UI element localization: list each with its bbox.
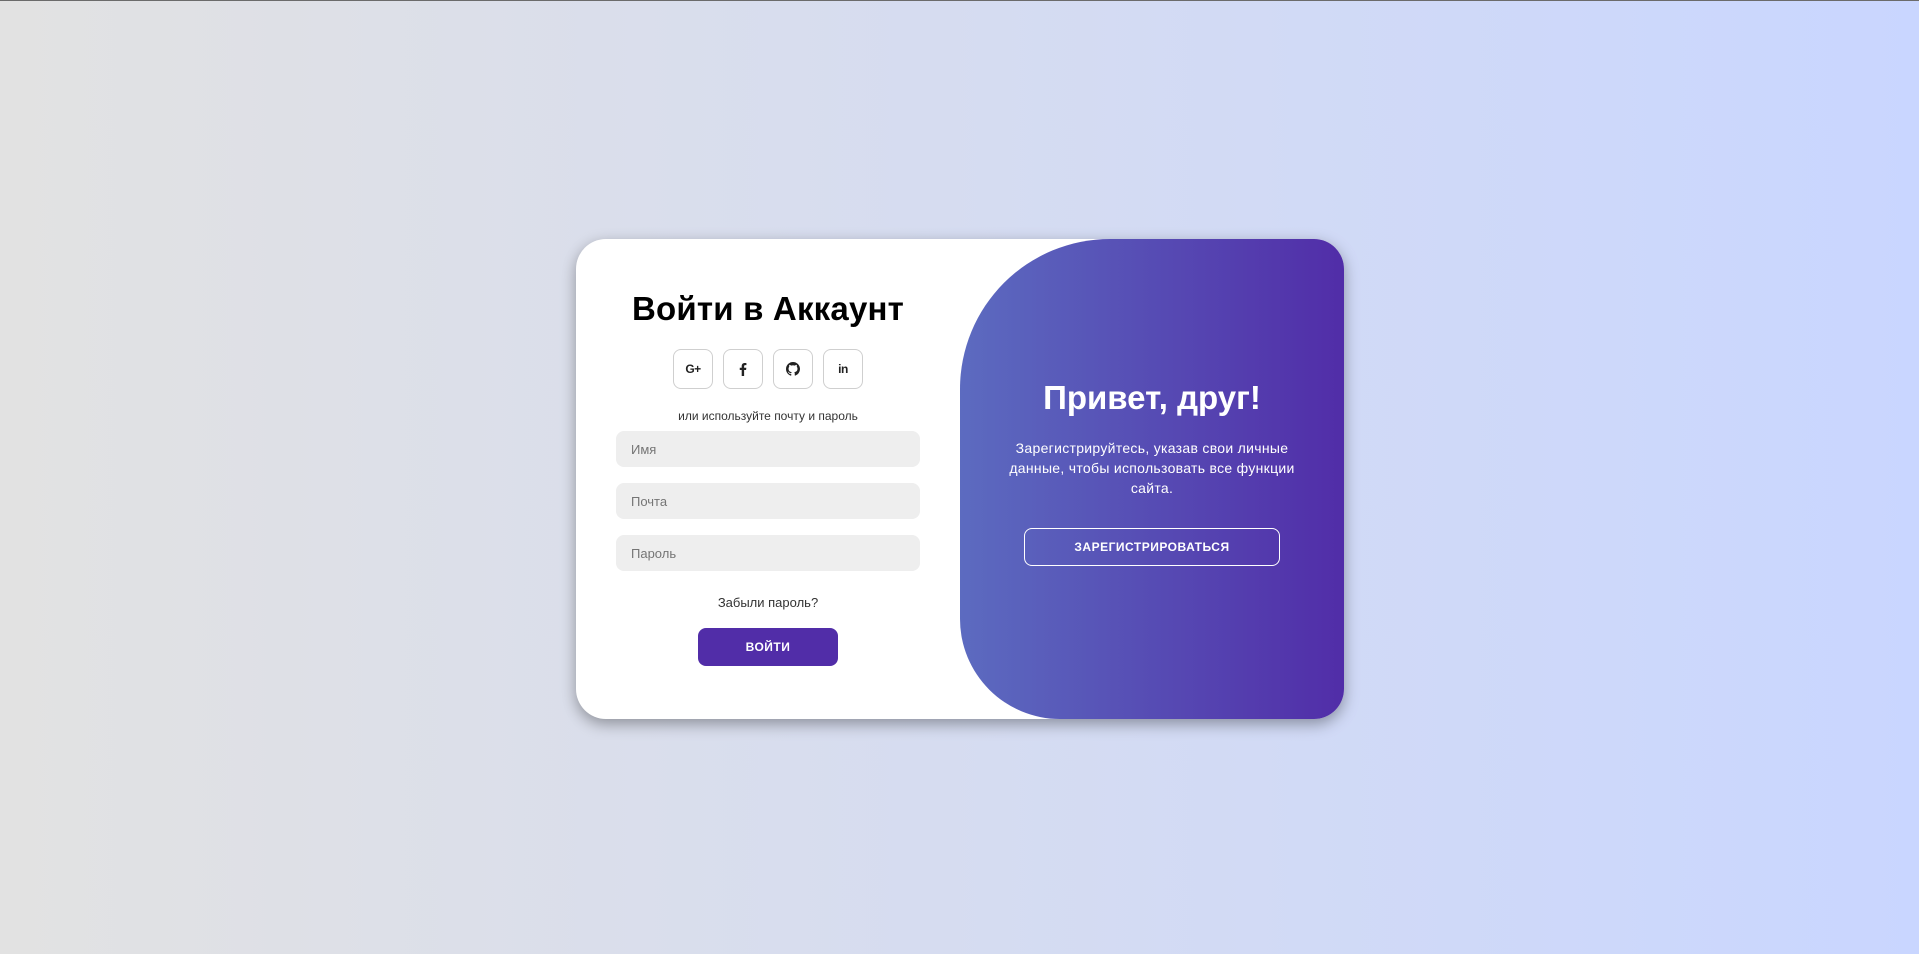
github-button[interactable] bbox=[773, 349, 813, 389]
google-plus-icon: G+ bbox=[685, 362, 701, 376]
toggle-description: Зарегистрируйтесь, указав свои личные да… bbox=[1009, 440, 1295, 496]
login-form: Войти в Аккаунт G+ in или используйте по… bbox=[576, 239, 960, 719]
forgot-password-link[interactable]: Забыли пароль? bbox=[718, 595, 818, 610]
login-title: Войти в Аккаунт bbox=[631, 290, 904, 327]
google-plus-button[interactable]: G+ bbox=[673, 349, 713, 389]
login-hint: или используйте почту и пароль bbox=[678, 409, 858, 423]
toggle-title: Привет, друг! bbox=[1043, 379, 1261, 416]
auth-card: Войти в Аккаунт G+ in или используйте по… bbox=[576, 239, 1344, 719]
facebook-icon bbox=[739, 362, 747, 376]
social-buttons: G+ in bbox=[673, 349, 863, 389]
facebook-button[interactable] bbox=[723, 349, 763, 389]
linkedin-icon: in bbox=[838, 362, 848, 376]
password-field[interactable] bbox=[616, 535, 920, 571]
register-button[interactable]: ЗАРЕГИСТРИРОВАТЬСЯ bbox=[1024, 528, 1280, 566]
github-icon bbox=[786, 362, 800, 376]
email-field[interactable] bbox=[616, 483, 920, 519]
name-field[interactable] bbox=[616, 431, 920, 467]
toggle-panel: Привет, друг! Зарегистрируйтесь, указав … bbox=[960, 239, 1344, 719]
login-button[interactable]: ВОЙТИ bbox=[698, 628, 838, 666]
linkedin-button[interactable]: in bbox=[823, 349, 863, 389]
